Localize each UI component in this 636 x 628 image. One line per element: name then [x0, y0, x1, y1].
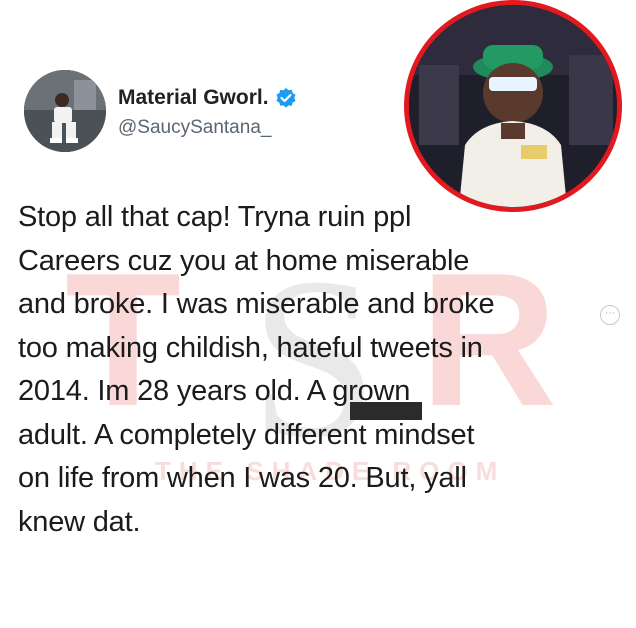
- display-name-row: Material Gworl.: [118, 86, 297, 110]
- verified-badge-icon: [276, 88, 296, 108]
- user-handle[interactable]: @SaucySantana_: [118, 117, 271, 139]
- inset-photo: [404, 0, 622, 212]
- profile-avatar[interactable]: [24, 70, 106, 152]
- post-screenshot: T S R THE SHADE ROOM Material Gworl. @Sa…: [0, 0, 636, 628]
- censor-bar: [350, 402, 422, 420]
- inset-photo-image: [409, 5, 617, 207]
- tweet-text: Stop all that cap! Tryna ruin ppl Career…: [18, 201, 495, 538]
- more-options-icon[interactable]: ⋯: [600, 305, 620, 325]
- display-name[interactable]: Material Gworl.: [118, 86, 269, 110]
- avatar-image: [24, 70, 106, 152]
